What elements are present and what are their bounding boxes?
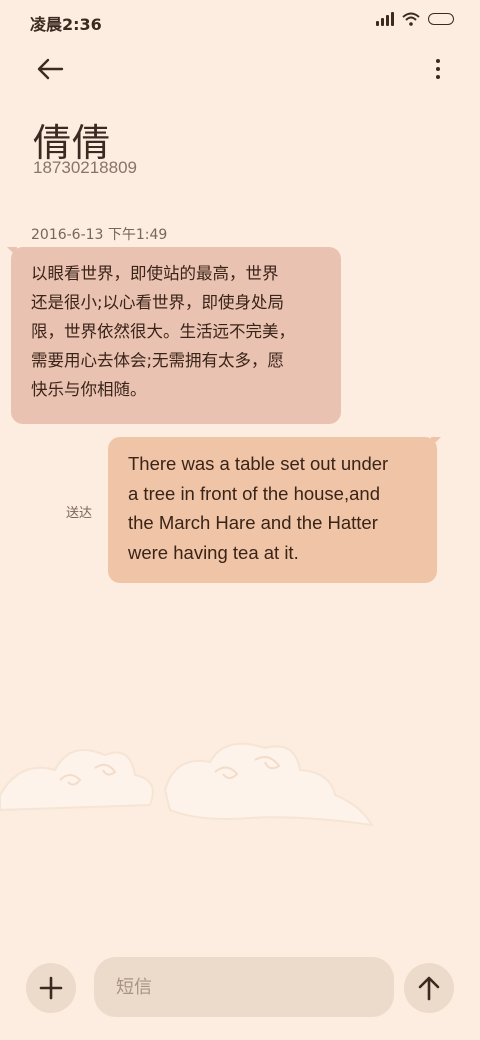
delivery-status: 送达: [66, 506, 93, 521]
plus-icon: [39, 976, 63, 1000]
signal-icon: [376, 12, 394, 26]
message-line: 快乐与你相随。: [31, 380, 147, 399]
message-line: 需要用心去体会;无需拥有太多，愿: [31, 351, 285, 370]
message-date: 2016-6-13 下午1:49: [31, 227, 168, 243]
contact-phone: 18730218809: [33, 158, 138, 177]
send-arrow-icon: [418, 976, 440, 1001]
message-line: 还是很小;以心看世界，即使身处局: [31, 293, 285, 312]
battery-icon: [428, 13, 454, 25]
message-line: were having tea at it.: [128, 541, 299, 563]
more-options-button[interactable]: [434, 56, 442, 82]
message-line: 以眼看世界，即使站的最高，世界: [31, 264, 279, 283]
incoming-message-bubble[interactable]: 以眼看世界，即使站的最高，世界 还是很小;以心看世界，即使身处局 限，世界依然很…: [7, 247, 341, 424]
message-line: 限，世界依然很大。生活远不完美，: [31, 322, 295, 341]
status-time: 凌晨2:36: [30, 15, 102, 34]
status-bar: 凌晨2:36: [0, 0, 480, 44]
status-icons: [376, 12, 454, 26]
outgoing-message-bubble[interactable]: There was a table set out under a tree i…: [108, 437, 441, 583]
more-vertical-icon: [436, 59, 440, 63]
back-button[interactable]: [34, 56, 66, 82]
back-arrow-icon: [37, 58, 64, 80]
message-input[interactable]: [94, 957, 394, 1017]
message-line: a tree in front of the house,and: [128, 482, 380, 504]
composer-bar: [0, 955, 480, 1020]
attach-button[interactable]: [26, 963, 76, 1013]
message-line: There was a table set out under: [128, 453, 389, 474]
message-line: the March Hare and the Hatter: [128, 512, 378, 533]
cloud-decoration: [0, 742, 374, 827]
send-button[interactable]: [404, 963, 454, 1013]
wifi-icon: [402, 12, 420, 26]
